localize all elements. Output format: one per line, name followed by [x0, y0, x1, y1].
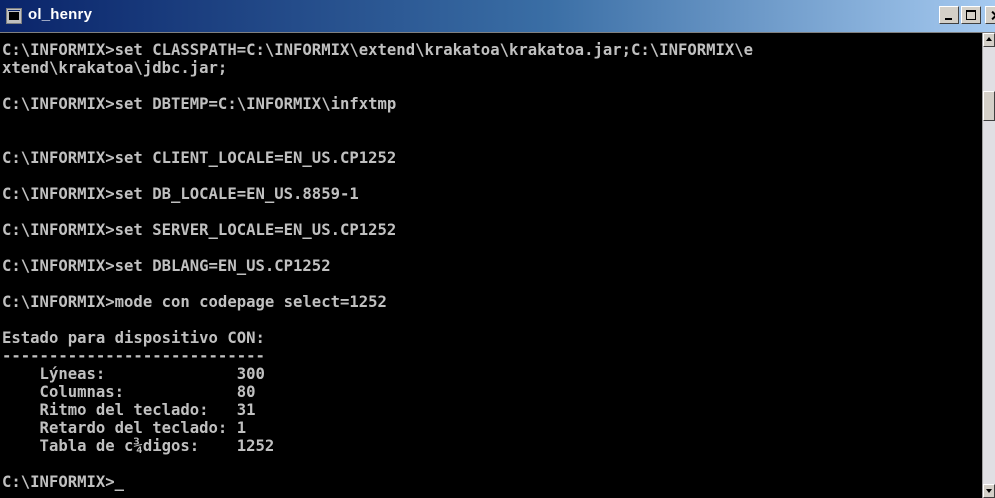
console-line: C:\INFORMIX>set DBTEMP=C:\INFORMIX\infxt…	[2, 95, 397, 113]
console-line: C:\INFORMIX>set CLASSPATH=C:\INFORMIX\ex…	[2, 41, 754, 59]
console-line: Tabla de c¾digos: 1252	[2, 437, 275, 455]
console-output[interactable]: C:\INFORMIX>set CLASSPATH=C:\INFORMIX\ex…	[0, 33, 982, 498]
console-line: xtend\krakatoa\jdbc.jar;	[2, 59, 228, 77]
console-line: C:\INFORMIX>set CLIENT_LOCALE=EN_US.CP12…	[2, 149, 397, 167]
scroll-up-button[interactable]	[983, 33, 995, 47]
console-prompt-line: C:\INFORMIX>_	[2, 473, 125, 491]
console-icon[interactable]	[6, 8, 22, 24]
console-line: C:\INFORMIX>set DBLANG=EN_US.CP1252	[2, 257, 331, 275]
scroll-down-button[interactable]	[983, 484, 995, 498]
console-line: C:\INFORMIX>set SERVER_LOCALE=EN_US.CP12…	[2, 221, 397, 239]
window-controls	[939, 6, 995, 26]
console-line: Estado para dispositivo CON:	[2, 329, 265, 347]
console-line: C:\INFORMIX>set DB_LOCALE=EN_US.8859-1	[2, 185, 359, 203]
window-title: ol_henry	[28, 6, 93, 23]
scroll-thumb[interactable]	[983, 91, 995, 121]
console-line: Lýneas: 300	[2, 365, 265, 383]
close-button[interactable]	[985, 6, 995, 24]
title-bar[interactable]: ol_henry	[0, 0, 995, 33]
maximize-button[interactable]	[961, 6, 981, 24]
console-line: Retardo del teclado: 1	[2, 419, 247, 437]
vertical-scrollbar[interactable]	[982, 33, 995, 498]
console-line: Ritmo del teclado: 31	[2, 401, 256, 419]
console-line: Columnas: 80	[2, 383, 256, 401]
console-window: ol_henry C:\INFORMIX>set CLASSPATH=C:\IN…	[0, 0, 995, 498]
minimize-button[interactable]	[939, 6, 959, 24]
console-line: C:\INFORMIX>mode con codepage select=125…	[2, 293, 387, 311]
console-line: ----------------------------	[2, 347, 265, 365]
